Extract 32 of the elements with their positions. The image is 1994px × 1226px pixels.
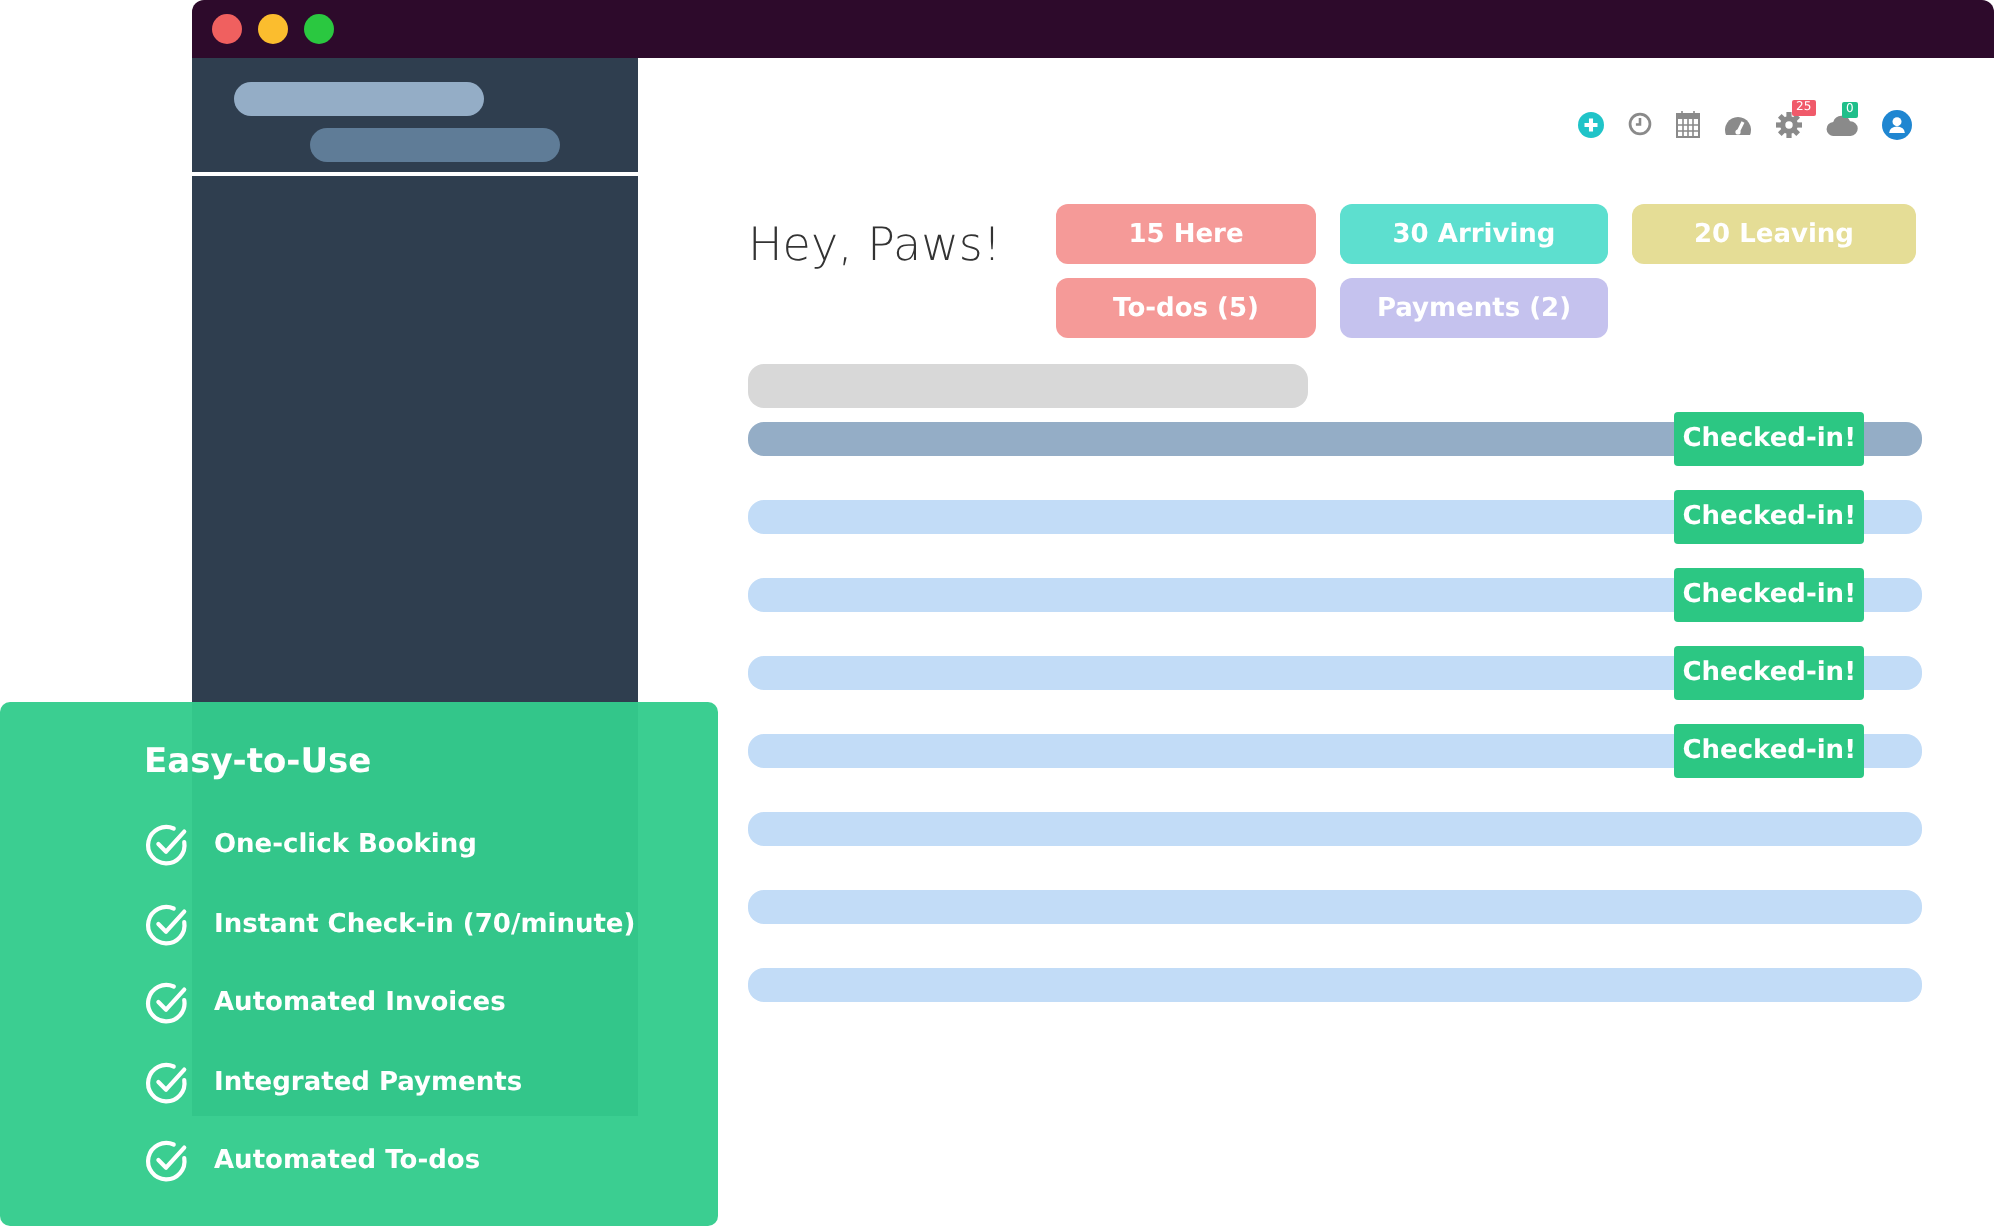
feature-item: One-click Booking bbox=[214, 830, 477, 861]
feature-item: Automated Invoices bbox=[214, 988, 506, 1019]
stat-button[interactable]: 15 Here bbox=[1056, 204, 1316, 264]
zoom-button[interactable] bbox=[304, 14, 334, 44]
status-badge: Checked-in! bbox=[1674, 568, 1864, 622]
status-badge: Checked-in! bbox=[1674, 490, 1864, 544]
feature-item: Automated To-dos bbox=[214, 1146, 481, 1177]
status-badge: Checked-in! bbox=[1674, 724, 1864, 778]
check-circle-icon bbox=[144, 1138, 190, 1185]
card-title: Easy-to-Use bbox=[144, 742, 374, 782]
feature-item: Instant Check-in (70/minute) bbox=[214, 909, 636, 940]
add-icon[interactable] bbox=[1578, 111, 1604, 137]
check-circle-icon bbox=[144, 901, 190, 948]
check-circle-icon bbox=[144, 822, 190, 869]
check-circle-icon bbox=[144, 1059, 190, 1106]
gauge-icon[interactable] bbox=[1724, 113, 1752, 135]
clock-icon[interactable] bbox=[1628, 112, 1652, 136]
stat-button[interactable]: Payments (2) bbox=[1340, 278, 1608, 338]
stat-button[interactable]: To-dos (5) bbox=[1056, 278, 1316, 338]
user-icon[interactable] bbox=[1882, 109, 1912, 139]
feature-item: Integrated Payments bbox=[214, 1067, 523, 1098]
cloud-icon[interactable] bbox=[1826, 113, 1858, 135]
check-circle-icon bbox=[144, 980, 190, 1027]
stat-button[interactable]: 20 Leaving bbox=[1632, 204, 1916, 264]
stat-button[interactable]: 30 Arriving bbox=[1340, 204, 1608, 264]
settings-icon[interactable] bbox=[1776, 111, 1802, 137]
status-badge: Checked-in! bbox=[1674, 646, 1864, 700]
calendar-icon[interactable] bbox=[1676, 110, 1700, 138]
close-button[interactable] bbox=[212, 14, 242, 44]
minimize-button[interactable] bbox=[258, 14, 288, 44]
greeting: Hey, Paws! bbox=[748, 218, 1004, 276]
status-badge: Checked-in! bbox=[1674, 412, 1864, 466]
